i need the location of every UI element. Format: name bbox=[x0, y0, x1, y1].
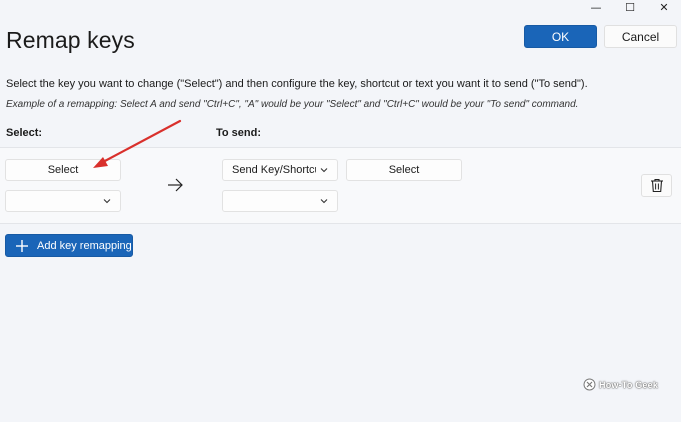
instructions-text: Select the key you want to change ("Sele… bbox=[6, 78, 588, 90]
watermark-text: How-To Geek bbox=[599, 379, 659, 390]
ok-button[interactable]: OK bbox=[524, 25, 597, 48]
chevron-down-icon bbox=[320, 168, 328, 173]
cancel-button[interactable]: Cancel bbox=[604, 25, 677, 48]
watermark-logo-icon bbox=[583, 378, 596, 391]
chevron-down-icon bbox=[103, 199, 111, 204]
send-type-dropdown-value: Send Key/Shortcu bbox=[232, 164, 316, 176]
send-type-dropdown[interactable]: Send Key/Shortcu bbox=[222, 159, 338, 181]
send-select-key-button[interactable]: Select bbox=[346, 159, 462, 181]
to-send-column-label: To send: bbox=[216, 127, 262, 139]
select-key-button[interactable]: Select bbox=[5, 159, 121, 181]
send-key-dropdown[interactable] bbox=[222, 190, 338, 212]
send-select-key-button-label: Select bbox=[388, 164, 420, 176]
add-key-remapping-button[interactable]: Add key remapping bbox=[5, 234, 133, 257]
trash-icon bbox=[650, 178, 663, 193]
page-title: Remap keys bbox=[6, 27, 135, 53]
delete-remapping-button[interactable] bbox=[641, 174, 672, 197]
select-key-dropdown[interactable] bbox=[5, 190, 121, 212]
example-text: Example of a remapping: Select A and sen… bbox=[6, 99, 579, 110]
add-key-remapping-label: Add key remapping bbox=[37, 239, 132, 252]
select-key-button-label: Select bbox=[47, 164, 79, 176]
chevron-down-icon bbox=[320, 199, 328, 204]
close-button[interactable]: ✕ bbox=[647, 0, 681, 14]
window-controls: — ☐ ✕ bbox=[579, 0, 681, 14]
arrow-right-icon bbox=[168, 178, 183, 192]
minimize-button[interactable]: — bbox=[579, 0, 613, 14]
maximize-button[interactable]: ☐ bbox=[613, 0, 647, 14]
plus-icon bbox=[16, 239, 28, 252]
select-column-label: Select: bbox=[6, 127, 43, 139]
watermark: How-To Geek bbox=[583, 378, 658, 391]
